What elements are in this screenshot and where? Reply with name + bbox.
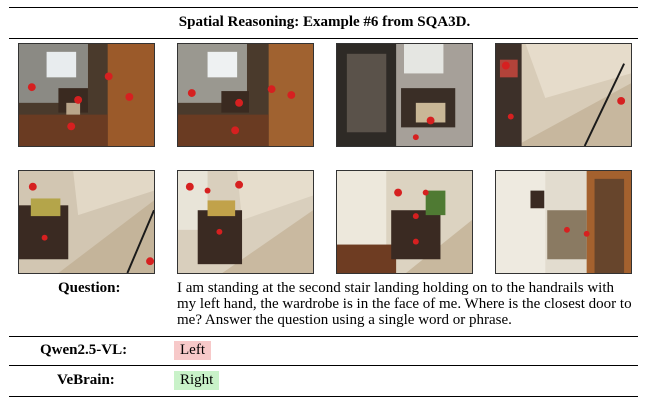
- figure-title: Spatial Reasoning: Example #6 from SQA3D…: [178, 14, 471, 30]
- scene-photo-7: [336, 170, 473, 274]
- image-row-2: [18, 170, 632, 274]
- bottom-rule: [9, 396, 638, 397]
- answer-qwen: Left: [174, 341, 211, 360]
- answer-rule: [9, 365, 638, 366]
- question-label: Question:: [58, 280, 121, 296]
- image-row-1: [18, 43, 632, 147]
- answer-vebrain: Right: [174, 371, 220, 390]
- scene-photo-3: [336, 43, 473, 147]
- scene-photo-8: [495, 170, 632, 274]
- scene-photo-5: [18, 170, 155, 274]
- scene-photo-2: [177, 43, 314, 147]
- question-text: I am standing at the second stair landin…: [177, 280, 632, 328]
- model-label-vebrain: VeBrain:: [57, 372, 115, 388]
- title-rule: [9, 38, 638, 39]
- top-rule: [9, 7, 638, 8]
- scene-photo-1: [18, 43, 155, 147]
- model-label-qwen: Qwen2.5-VL:: [40, 342, 128, 358]
- scene-photo-4: [495, 43, 632, 147]
- scene-photo-6: [177, 170, 314, 274]
- question-rule: [9, 336, 638, 337]
